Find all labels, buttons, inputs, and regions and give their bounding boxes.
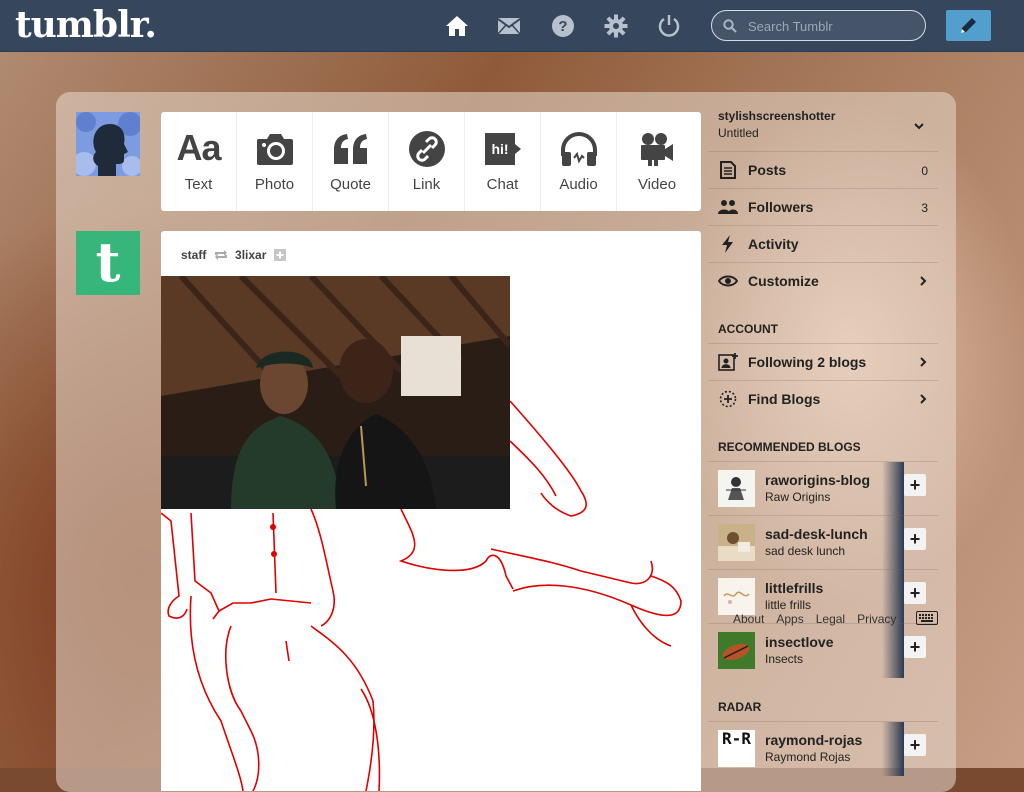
footer-link-about[interactable]: About [733, 612, 764, 626]
post-type-label: Video [637, 176, 677, 193]
help-icon[interactable]: ? [551, 14, 575, 38]
account-blog-title: Untitled [718, 126, 759, 140]
blog-name: sad-desk-lunch [765, 526, 868, 542]
blog-title: Raw Origins [765, 490, 831, 504]
radar-heading: RADAR [718, 700, 762, 714]
chat-icon: hi! [484, 133, 521, 165]
recommended-blog-item[interactable]: sad-desk-lunch sad desk lunch + [708, 515, 938, 570]
sidebar-item-following[interactable]: Following 2 blogs [708, 343, 938, 380]
footer-link-privacy[interactable]: Privacy [857, 612, 896, 626]
recommended-blog-item[interactable]: insectlove Insects + [708, 623, 938, 678]
post-type-quote-button[interactable]: Quote [313, 112, 389, 211]
power-logout-icon[interactable] [657, 14, 681, 38]
search-icon [723, 19, 737, 33]
blog-name: insectlove [765, 634, 834, 650]
following-person-plus-icon [718, 353, 738, 371]
home-icon[interactable] [445, 14, 469, 38]
post-type-bar: Aa Text Photo Quote Link hi! Chat Audio … [161, 112, 701, 211]
chevron-right-icon [920, 394, 927, 404]
video-camera-icon [641, 133, 673, 166]
follow-blog-button[interactable]: + [904, 528, 926, 550]
blog-title: little frills [765, 598, 812, 612]
search-box[interactable] [711, 10, 926, 41]
tumblr-t-logo-icon: t [95, 230, 121, 294]
post-type-label: Photo [254, 176, 295, 193]
post-type-label: Quote [330, 176, 371, 193]
blog-title: Raymond Rojas [765, 750, 851, 764]
post-type-photo-button[interactable]: Photo [237, 112, 313, 211]
post-type-label: Audio [559, 176, 598, 193]
camera-icon [256, 134, 293, 165]
recommended-blog-item[interactable]: raworigins-blog Raw Origins + [708, 461, 938, 516]
blog-name: raymond-rojas [765, 732, 863, 748]
staff-avatar[interactable]: t [76, 231, 140, 295]
dashboard-post: staff 3lixar [161, 231, 701, 791]
follow-blog-button[interactable]: + [904, 636, 926, 658]
sidebar-item-posts[interactable]: Posts 0 [708, 151, 938, 188]
headphones-icon [560, 132, 597, 166]
blog-avatar [718, 632, 755, 669]
post-type-label: Chat [486, 176, 519, 193]
blog-avatar: R-R [718, 730, 755, 767]
account-blog-name[interactable]: stylishscreenshotter [718, 109, 835, 123]
inbox-mail-icon[interactable] [497, 14, 521, 38]
follow-blog-button[interactable]: + [904, 474, 926, 496]
recommended-blogs-heading: RECOMMENDED BLOGS [718, 440, 861, 454]
blog-name: littlefrills [765, 580, 824, 596]
svg-text:hi!: hi! [491, 141, 508, 157]
user-avatar[interactable] [76, 112, 140, 176]
text-icon: Aa [176, 127, 221, 168]
chevron-right-icon [920, 276, 927, 286]
pencil-icon [961, 18, 976, 33]
posts-document-icon [718, 161, 738, 179]
compose-post-button[interactable] [946, 10, 991, 41]
quote-icon [333, 134, 367, 164]
eye-icon [718, 272, 738, 290]
post-type-video-button[interactable]: Video [617, 112, 697, 211]
post-type-audio-button[interactable]: Audio [541, 112, 617, 211]
chevron-down-icon[interactable] [913, 120, 925, 132]
follow-blog-button[interactable]: + [904, 734, 926, 756]
sidebar-item-activity[interactable]: Activity [708, 225, 938, 262]
footer-links: About Apps Legal Privacy [733, 612, 903, 626]
settings-gear-icon[interactable] [604, 14, 628, 38]
blog-name: raworigins-blog [765, 472, 870, 488]
posts-count: 0 [921, 164, 928, 178]
tumblr-logo[interactable]: tumblr. [15, 4, 157, 46]
followers-people-icon [718, 198, 738, 216]
blog-title: Insects [765, 652, 804, 666]
sidebar-item-customize[interactable]: Customize [708, 262, 938, 299]
chevron-right-icon [920, 357, 927, 367]
footer-link-legal[interactable]: Legal [816, 612, 845, 626]
compass-dotted-icon [718, 390, 738, 408]
blog-avatar [718, 524, 755, 561]
lightning-bolt-icon [718, 235, 738, 253]
sidebar-item-followers[interactable]: Followers 3 [708, 188, 938, 225]
post-red-line-drawing [161, 400, 682, 791]
post-type-chat-button[interactable]: hi! Chat [465, 112, 541, 211]
post-type-link-button[interactable]: Link [389, 112, 465, 211]
top-navigation-bar: tumblr. ? [0, 0, 1024, 52]
footer-link-apps[interactable]: Apps [776, 612, 803, 626]
account-section-heading: ACCOUNT [718, 322, 778, 336]
followers-count: 3 [921, 201, 928, 215]
search-input[interactable] [746, 15, 920, 37]
post-type-label: Text [184, 176, 213, 193]
blog-avatar [718, 578, 755, 615]
keyboard-shortcuts-icon[interactable] [916, 611, 938, 625]
sidebar-item-find-blogs[interactable]: Find Blogs [708, 380, 938, 417]
post-type-text-button[interactable]: Aa Text [161, 112, 237, 211]
svg-text:?: ? [558, 18, 567, 35]
blog-avatar [718, 470, 755, 507]
follow-blog-button[interactable]: + [904, 582, 926, 604]
blog-title: sad desk lunch [765, 544, 846, 558]
post-type-label: Link [412, 176, 441, 193]
link-icon [408, 131, 445, 167]
